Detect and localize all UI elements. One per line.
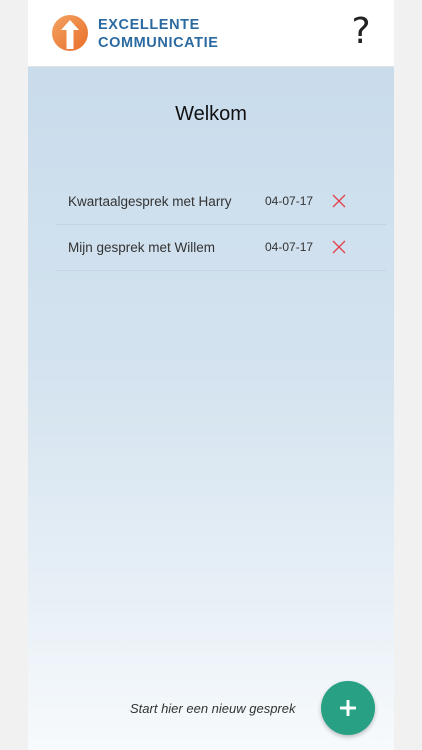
- delete-icon[interactable]: [332, 194, 346, 208]
- conversation-item[interactable]: Kwartaalgesprek met Harry 04-07-17: [56, 179, 386, 225]
- delete-icon[interactable]: [332, 240, 346, 254]
- conversation-title: Kwartaalgesprek met Harry: [68, 194, 232, 209]
- conversation-date: 04-07-17: [265, 194, 314, 208]
- logo-arrow-icon: [52, 15, 88, 51]
- conversation-title: Mijn gesprek met Willem: [68, 240, 216, 255]
- app-header: EXCELLENTE COMMUNICATIE ?: [28, 0, 394, 67]
- page-title: Welkom: [175, 103, 247, 125]
- main-content: Welkom Kwartaalgesprek met Harry 04-07-1…: [28, 67, 394, 750]
- conversation-list: Kwartaalgesprek met Harry 04-07-17 Mijn …: [56, 179, 386, 271]
- conversation-date: 04-07-17: [265, 240, 314, 254]
- conversation-item[interactable]: Mijn gesprek met Willem 04-07-17: [56, 225, 386, 271]
- plus-icon: [340, 700, 356, 716]
- app-screen: EXCELLENTE COMMUNICATIE ? Welkom Kwartaa…: [28, 0, 394, 750]
- new-conversation-hint: Start hier een nieuw gesprek: [130, 701, 296, 716]
- logo-line2: COMMUNICATIE: [98, 35, 219, 51]
- logo-text: EXCELLENTE COMMUNICATIE: [98, 16, 219, 52]
- logo-line1: EXCELLENTE: [98, 17, 200, 33]
- help-button[interactable]: ?: [346, 10, 376, 54]
- add-conversation-button[interactable]: [321, 681, 375, 735]
